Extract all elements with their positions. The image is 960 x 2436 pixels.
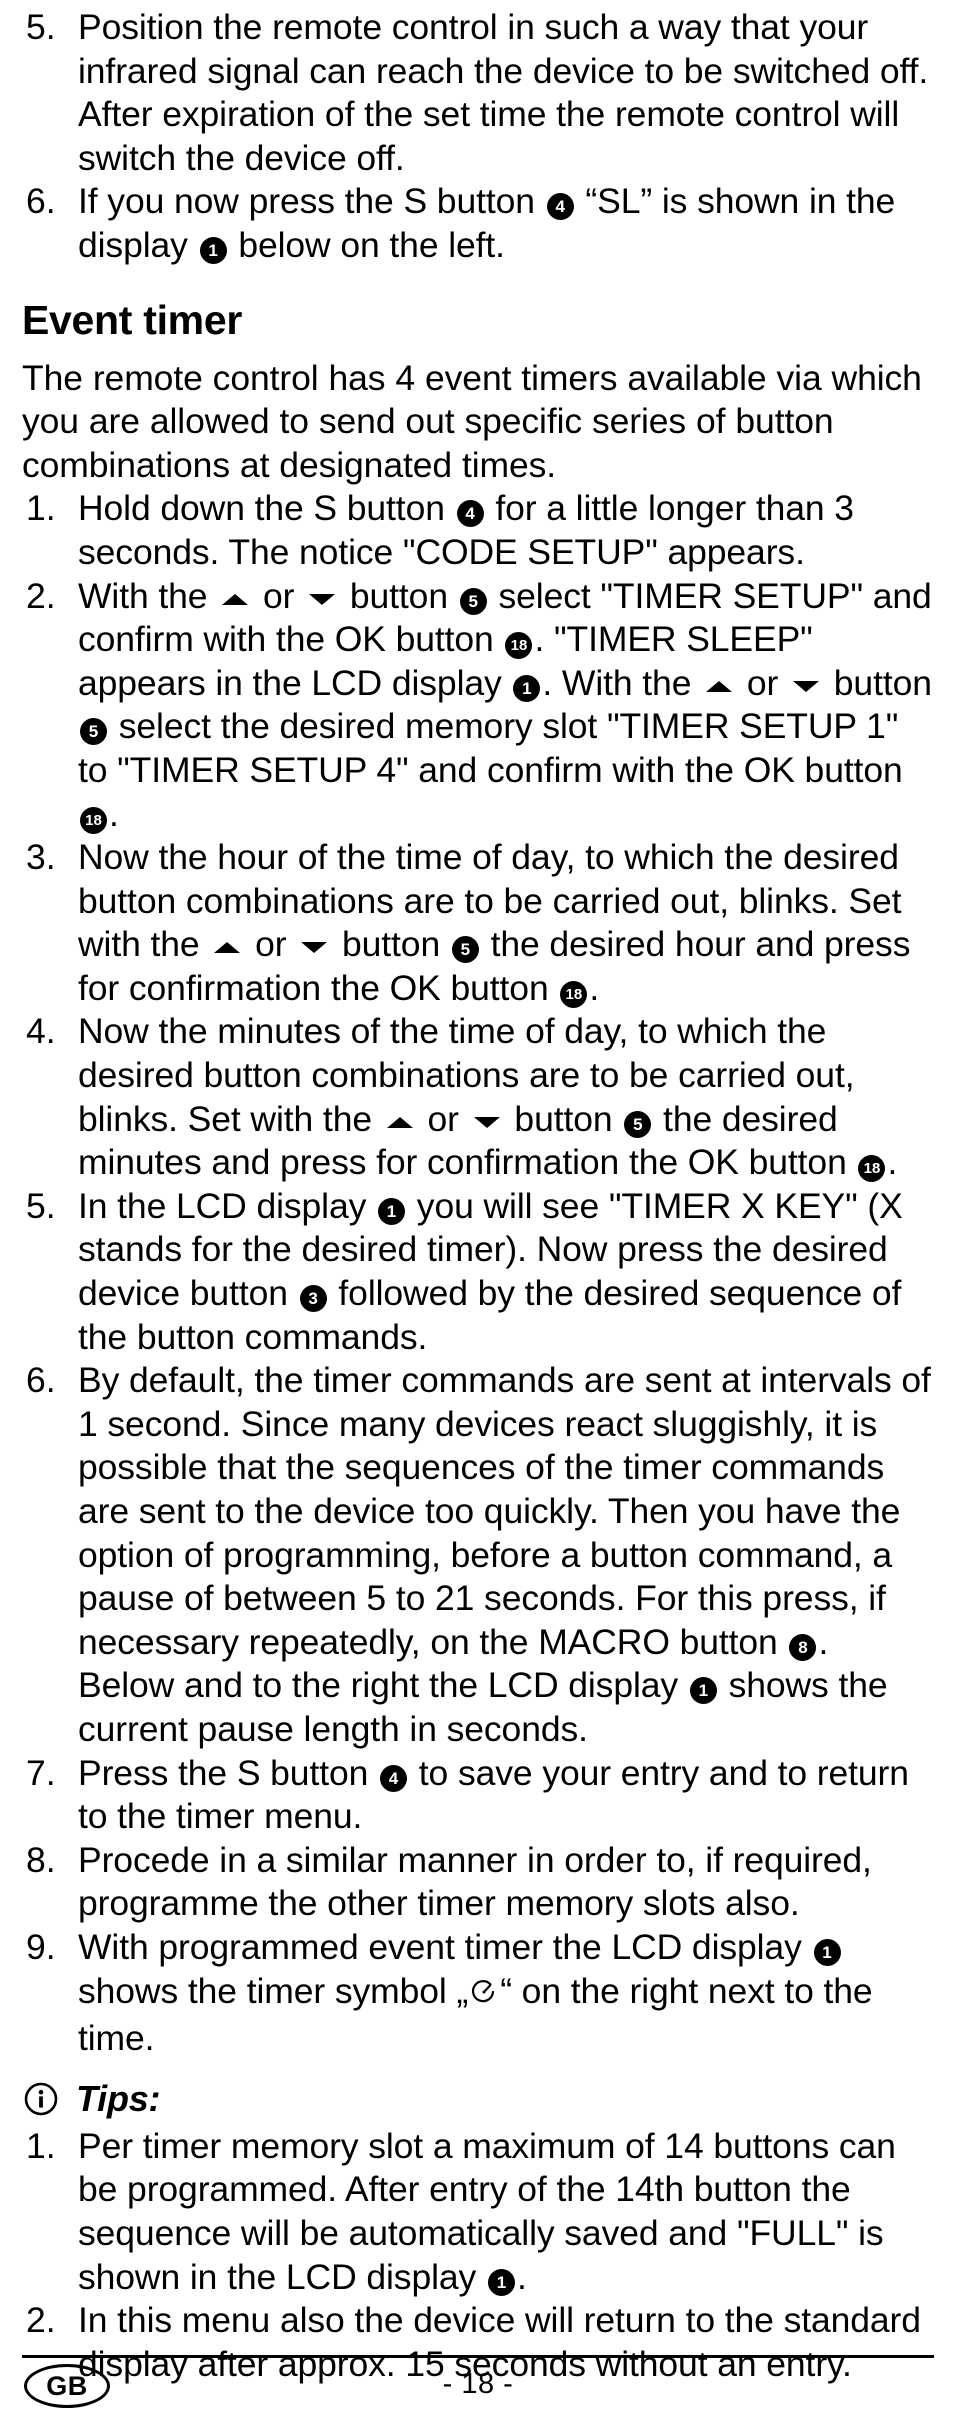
tips-heading: Tips: bbox=[22, 2077, 934, 2119]
reference-badge-4: 4 bbox=[380, 1764, 408, 1792]
reference-badge-18: 18 bbox=[858, 1155, 886, 1183]
reference-badge-8: 8 bbox=[789, 1633, 817, 1661]
reference-badge-1: 1 bbox=[199, 236, 227, 264]
reference-badge-4: 4 bbox=[456, 500, 484, 528]
tip-number: 1. bbox=[26, 2125, 56, 2166]
instruction-number: 8. bbox=[26, 1839, 56, 1880]
arrow-down-icon bbox=[301, 942, 328, 954]
list-item: 1. Per timer memory slot a maximum of 14 … bbox=[22, 2125, 934, 2299]
list-item: 1. Hold down the S button 4 for a little … bbox=[22, 487, 934, 574]
instruction-number: 5. bbox=[26, 7, 56, 47]
section-heading-event-timer: Event timer bbox=[22, 296, 242, 343]
page-number: - 18 - bbox=[442, 2368, 514, 2400]
instruction-text: Now the hour of the time of day, to whic… bbox=[78, 837, 911, 1008]
instruction-number: 4. bbox=[26, 1011, 56, 1052]
event-timer-instruction-list: 1. Hold down the S button 4 for a little … bbox=[22, 487, 934, 2060]
page-footer: GB - 18 - bbox=[22, 2355, 934, 2410]
instruction-number: 2. bbox=[26, 575, 56, 616]
timer-clock-icon bbox=[469, 1974, 499, 2018]
instruction-number: 6. bbox=[26, 181, 56, 222]
instruction-text: Now the minutes of the time of day, to w… bbox=[78, 1011, 898, 1183]
list-item: 5. Position the remote control in such a … bbox=[22, 6, 934, 180]
instruction-number: 9. bbox=[26, 1926, 56, 1967]
arrow-up-icon bbox=[222, 593, 249, 605]
list-item: 4. Now the minutes of the time of day, to… bbox=[22, 1010, 934, 1184]
tip-number: 2. bbox=[26, 2300, 56, 2341]
instruction-number: 6. bbox=[26, 1360, 56, 1401]
arrow-down-icon bbox=[473, 1116, 500, 1128]
instruction-number: 7. bbox=[26, 1752, 56, 1793]
reference-badge-5: 5 bbox=[451, 936, 479, 964]
continued-instruction-list: 5. Position the remote control in such a … bbox=[22, 6, 934, 268]
reference-badge-5: 5 bbox=[624, 1110, 652, 1138]
arrow-up-icon bbox=[386, 1116, 413, 1128]
reference-badge-1: 1 bbox=[513, 674, 541, 702]
instruction-text: Procede in a similar manner in order to,… bbox=[78, 1839, 872, 1924]
instruction-text: Press the S button 4 to save your entry … bbox=[78, 1752, 909, 1837]
section-intro-paragraph: The remote control has 4 event timers av… bbox=[22, 357, 922, 485]
list-item: 9. With programmed event timer the LCD di… bbox=[22, 1926, 934, 2061]
instruction-number: 1. bbox=[26, 488, 56, 529]
list-item: 8. Procede in a similar manner in order t… bbox=[22, 1839, 934, 1926]
instruction-text: In the LCD display 1 you will see "TIMER… bbox=[78, 1185, 903, 1357]
list-item: 2. With the or button 5 select "TIMER SET… bbox=[22, 575, 934, 837]
reference-badge-1: 1 bbox=[378, 1197, 406, 1225]
instruction-text: With programmed event timer the LCD disp… bbox=[78, 1926, 873, 2059]
arrow-up-icon bbox=[214, 942, 241, 954]
instruction-text: With the or button 5 select "TIMER SETUP… bbox=[78, 575, 932, 834]
instruction-number: 5. bbox=[26, 1185, 56, 1226]
reference-badge-5: 5 bbox=[80, 718, 107, 746]
instruction-number: 3. bbox=[26, 837, 56, 878]
list-item: 7. Press the S button 4 to save your entr… bbox=[22, 1752, 934, 1839]
arrow-up-icon bbox=[706, 680, 733, 692]
list-item: 3. Now the hour of the time of day, to wh… bbox=[22, 836, 934, 1010]
instruction-text: By default, the timer commands are sent … bbox=[78, 1360, 931, 1749]
tip-text: Per timer memory slot a maximum of 14 bu… bbox=[78, 2125, 896, 2297]
reference-badge-3: 3 bbox=[299, 1285, 327, 1313]
list-item: 6. If you now press the S button 4 “SL” i… bbox=[22, 180, 934, 267]
instruction-text: Position the remote control in such a wa… bbox=[78, 7, 929, 178]
reference-badge-18: 18 bbox=[80, 806, 107, 834]
reference-badge-5: 5 bbox=[459, 587, 487, 615]
arrow-down-icon bbox=[793, 680, 820, 692]
info-icon bbox=[24, 2082, 58, 2116]
instruction-text: Hold down the S button 4 for a little lo… bbox=[78, 488, 854, 572]
tips-list: 1. Per timer memory slot a maximum of 14 … bbox=[22, 2125, 934, 2387]
list-item: 5. In the LCD display 1 you will see "TIM… bbox=[22, 1185, 934, 1359]
instruction-text: If you now press the S button 4 “SL” is … bbox=[78, 181, 896, 265]
footer-divider bbox=[22, 2355, 934, 2358]
manual-page: 5. Position the remote control in such a … bbox=[0, 0, 960, 2436]
reference-badge-18: 18 bbox=[505, 632, 533, 660]
arrow-down-icon bbox=[309, 593, 336, 605]
reference-badge-18: 18 bbox=[560, 980, 588, 1008]
list-item: 6. By default, the timer commands are sen… bbox=[22, 1359, 934, 1751]
tips-label: Tips: bbox=[76, 2077, 161, 2119]
reference-badge-1: 1 bbox=[813, 1938, 841, 1966]
reference-badge-1: 1 bbox=[689, 1677, 717, 1705]
reference-badge-1: 1 bbox=[487, 2268, 515, 2296]
reference-badge-4: 4 bbox=[546, 193, 574, 221]
